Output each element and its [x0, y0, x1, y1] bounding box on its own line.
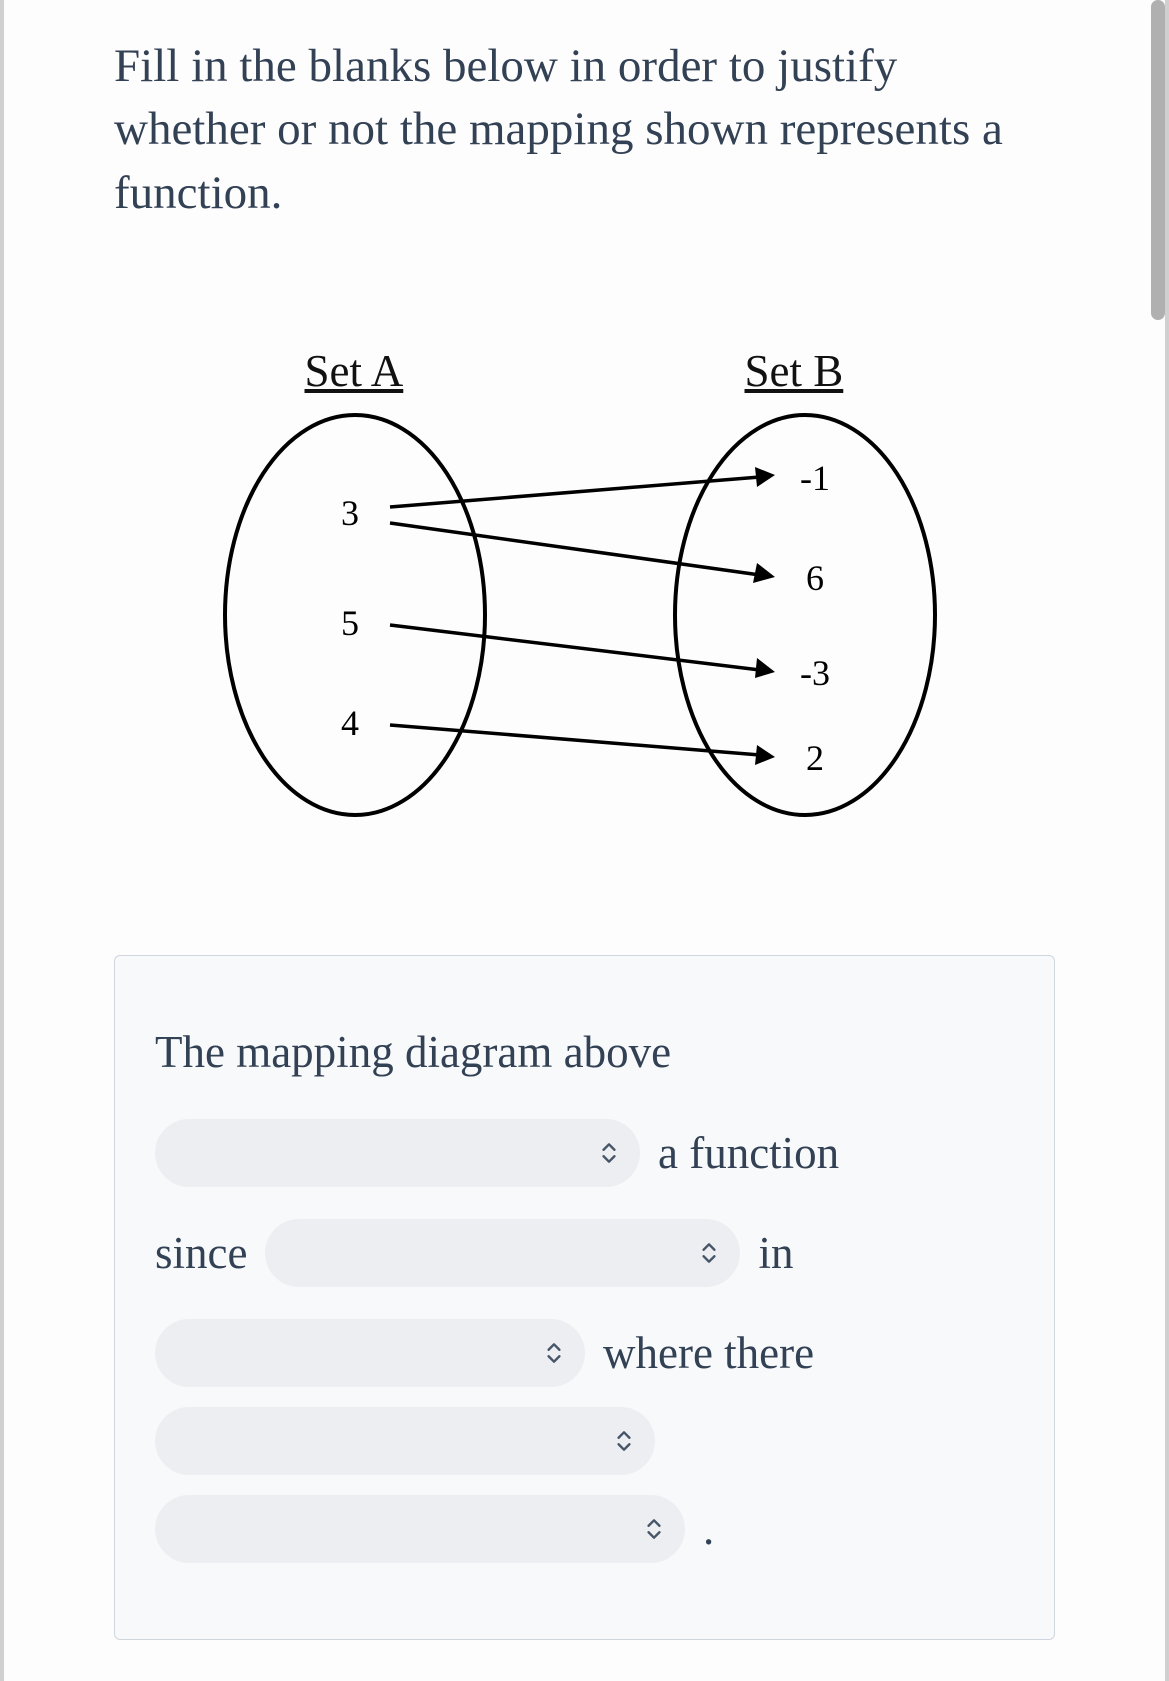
scrollbar[interactable] [1151, 0, 1165, 320]
dropdown-which-set[interactable] [155, 1319, 585, 1387]
answer-text-2: a function [658, 1107, 839, 1199]
answer-box: The mapping diagram above a function sin… [114, 955, 1055, 1639]
arrowhead-3-to-neg1 [755, 467, 775, 487]
set-b-label: Set B [745, 345, 844, 397]
set-b-value-0: -1 [800, 458, 830, 498]
answer-text-5: where there [603, 1307, 814, 1399]
dropdown-is-function[interactable] [155, 1119, 640, 1187]
answer-text-6: . [703, 1483, 714, 1575]
set-a-value-1: 5 [341, 603, 359, 643]
dropdown-condition[interactable] [155, 1407, 655, 1475]
set-a-value-0: 3 [341, 493, 359, 533]
dropdown-final[interactable] [155, 1495, 685, 1563]
chevron-updown-icon [641, 1516, 667, 1542]
set-a-label: Set A [305, 345, 404, 397]
mapping-diagram: Set A Set B 3 5 4 -1 6 -3 2 [185, 345, 985, 835]
arrowhead-3-to-6 [753, 563, 775, 583]
set-a-value-2: 4 [341, 703, 359, 743]
dropdown-reason-subject[interactable] [265, 1219, 740, 1287]
set-b-value-2: -3 [800, 653, 830, 693]
diagram-svg: 3 5 4 -1 6 -3 2 [185, 405, 985, 835]
answer-text-3: since [155, 1207, 247, 1299]
set-b-value-3: 2 [806, 738, 824, 778]
chevron-updown-icon [541, 1340, 567, 1366]
question-page: Fill in the blanks below in order to jus… [0, 0, 1169, 1681]
answer-text-4: in [758, 1207, 793, 1299]
chevron-updown-icon [696, 1240, 722, 1266]
arrow-3-to-6 [390, 523, 760, 575]
arrowhead-5-to-neg3 [755, 658, 775, 678]
arrow-5-to-neg3 [390, 625, 760, 670]
question-prompt: Fill in the blanks below in order to jus… [114, 35, 1055, 225]
chevron-updown-icon [596, 1140, 622, 1166]
arrowhead-4-to-2 [755, 745, 775, 765]
chevron-updown-icon [611, 1428, 637, 1454]
set-b-value-1: 6 [806, 558, 824, 598]
answer-text-1: The mapping diagram above [155, 1006, 671, 1098]
